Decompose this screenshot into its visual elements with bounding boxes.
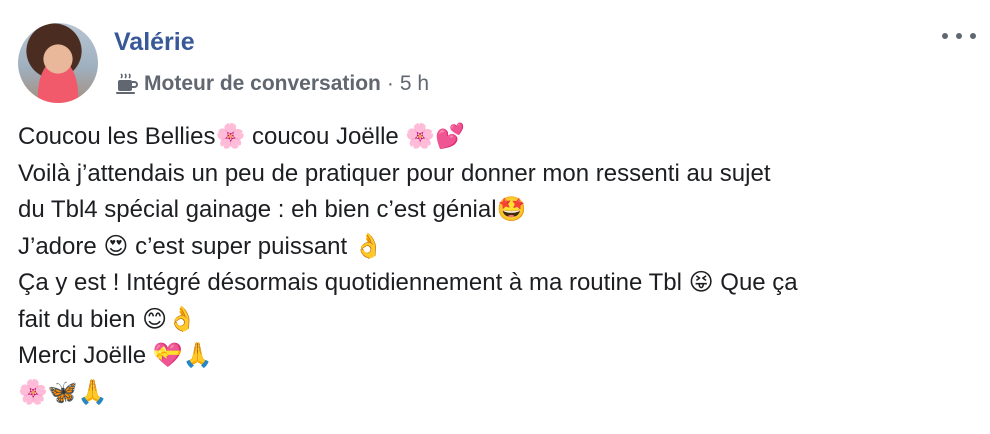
post-line: Voilà j’attendais un peu de pratiquer po… <box>18 159 771 187</box>
avatar[interactable] <box>18 23 98 103</box>
post-text: Coucou les Bellies🌸 coucou Joëlle 🌸💕 Voi… <box>18 119 978 411</box>
post-line: J’adore 😍 c’est super puissant 👌 <box>18 232 384 260</box>
post-line: fait du bien 😊👌 <box>18 305 197 333</box>
author-name[interactable]: Valérie <box>114 28 195 57</box>
post-timestamp[interactable]: 5 h <box>400 72 429 96</box>
post-line: 🌸🦋🙏 <box>18 378 108 406</box>
more-options-icon[interactable] <box>942 26 976 46</box>
post-line: Merci Joëlle 💝🙏 <box>18 342 213 369</box>
post-line: du Tbl4 spécial gainage : eh bien c’est … <box>18 196 527 223</box>
meta-separator: · <box>386 72 394 95</box>
post-meta: Moteur de conversation · 5 h <box>114 70 429 98</box>
group-name-link[interactable]: Moteur de conversation <box>144 72 381 96</box>
coffee-cup-icon <box>114 72 140 96</box>
post-card: Valérie Moteur de conversation · 5 h Cou… <box>0 0 990 434</box>
post-line: Coucou les Bellies🌸 coucou Joëlle 🌸💕 <box>18 123 466 150</box>
post-line: Ça y est ! Intégré désormais quotidienne… <box>18 269 798 296</box>
